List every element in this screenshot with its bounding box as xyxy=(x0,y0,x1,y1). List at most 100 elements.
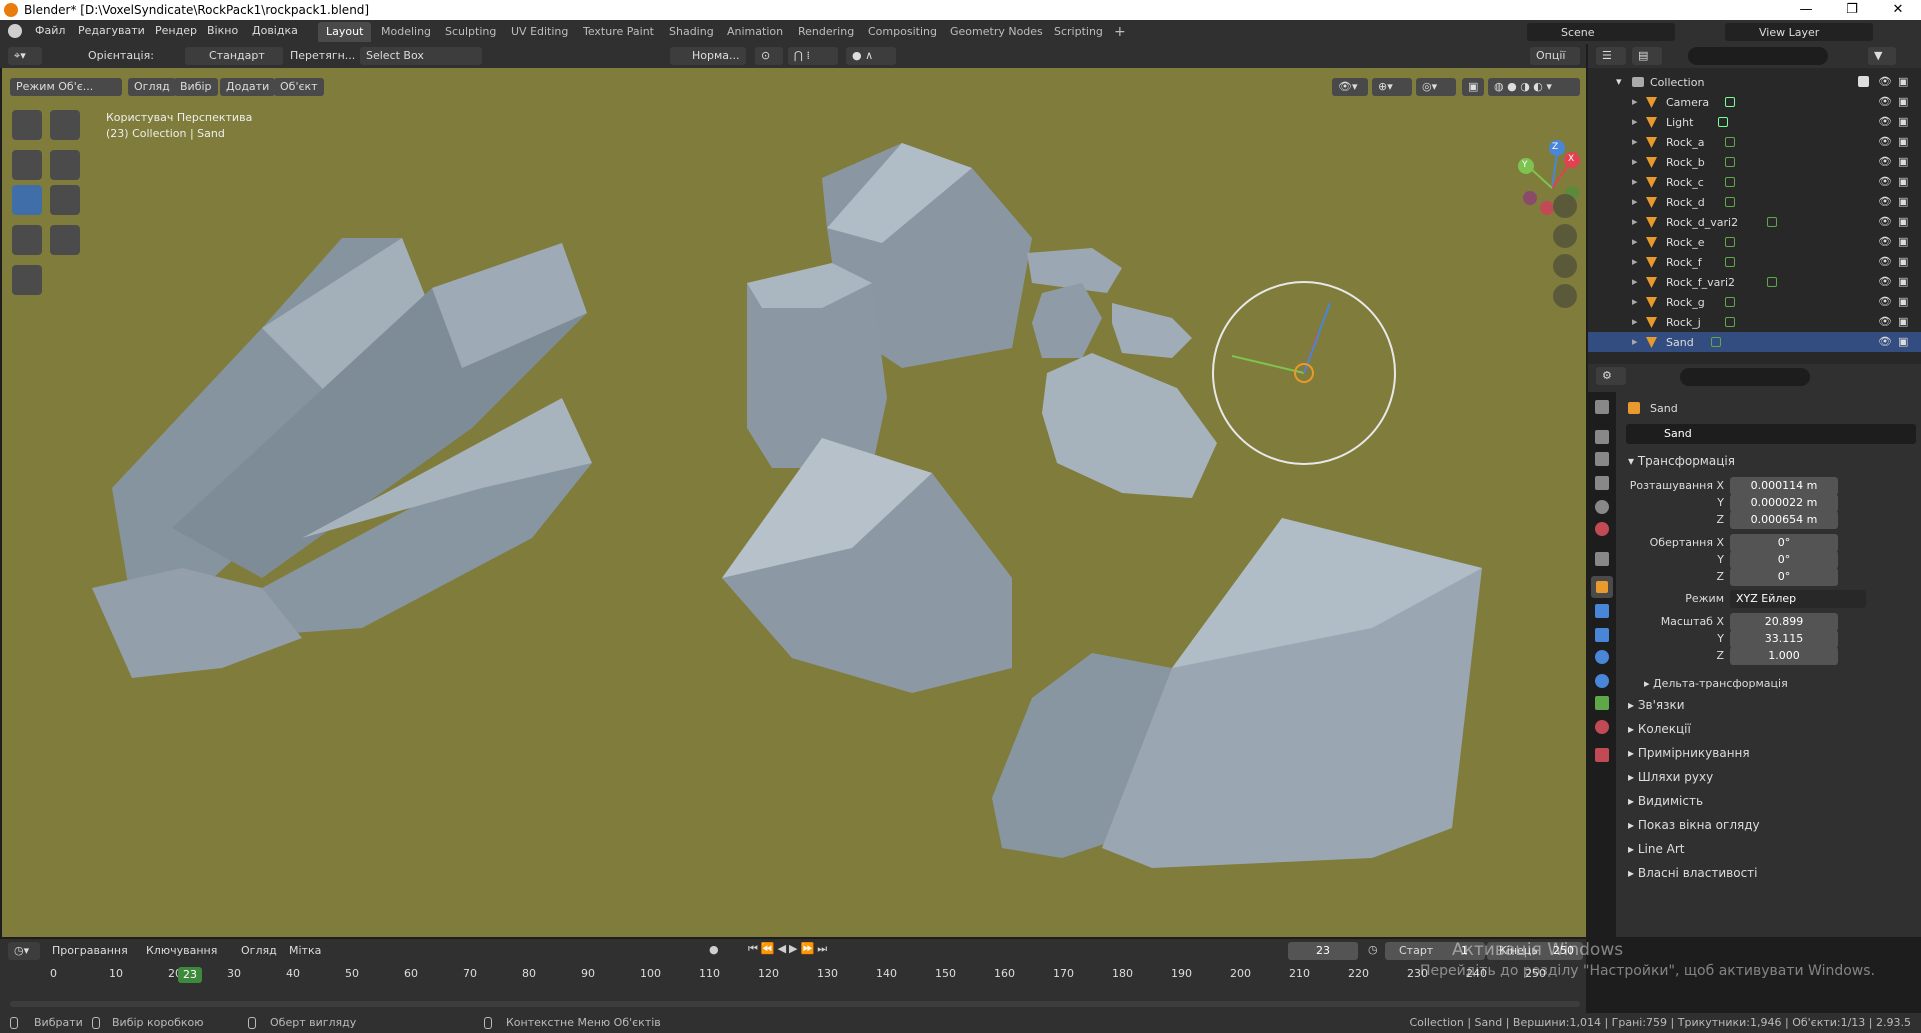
render-camera-icon[interactable]: ▣ xyxy=(1898,95,1908,108)
scene-selector[interactable]: Scene xyxy=(1527,23,1675,41)
particles-tab-icon[interactable] xyxy=(1595,628,1609,642)
outliner-collection-row[interactable]: ▾ Collection 👁 ▣ xyxy=(1588,72,1921,92)
gizmo-toggle-icon[interactable]: ⊕▾ xyxy=(1372,78,1412,96)
properties-section-header[interactable]: ▸ Примірникування xyxy=(1628,746,1750,760)
timeline-view-menu[interactable]: Огляд xyxy=(241,944,277,957)
visibility-eye-icon[interactable]: 👁 xyxy=(1878,115,1892,128)
outliner-item-name[interactable]: Rock_e xyxy=(1666,236,1705,249)
playhead-frame-indicator[interactable]: 23 xyxy=(178,967,202,983)
render-camera-icon[interactable]: ▣ xyxy=(1898,215,1908,228)
outliner-editor-type-icon[interactable]: ☰ xyxy=(1596,47,1626,65)
camera-data-icon[interactable] xyxy=(1725,97,1735,107)
properties-section-header[interactable]: ▸ Line Art xyxy=(1628,842,1685,856)
add-workspace-button[interactable]: + xyxy=(1106,22,1134,42)
expand-arrow-icon[interactable]: ▸ xyxy=(1632,195,1638,208)
outliner-item-name[interactable]: Rock_f_vari2 xyxy=(1666,276,1735,289)
outliner-item-name[interactable]: Rock_a xyxy=(1666,136,1705,149)
playback-menu[interactable]: Програвання xyxy=(52,944,128,957)
scale-y-field[interactable]: 33.115 xyxy=(1730,630,1838,648)
view-layer-selector[interactable]: View Layer xyxy=(1725,23,1873,41)
tab-sculpting[interactable]: Sculpting xyxy=(437,22,504,42)
expand-arrow-icon[interactable]: ▸ xyxy=(1632,335,1638,348)
maximize-button[interactable]: ❐ xyxy=(1829,0,1875,20)
data-tab-icon[interactable] xyxy=(1595,696,1609,710)
menu-edit[interactable]: Редагувати xyxy=(78,24,145,37)
tab-animation[interactable]: Animation xyxy=(719,22,791,42)
modifier-tab-icon[interactable] xyxy=(1595,604,1609,618)
texture-tab-icon[interactable] xyxy=(1595,748,1609,762)
collection-checkbox[interactable] xyxy=(1858,76,1869,87)
menu-render[interactable]: Рендер xyxy=(155,24,197,37)
mesh-data-icon[interactable] xyxy=(1725,157,1735,167)
outliner-row[interactable]: ▸ Rock_b 👁 ▣ xyxy=(1588,152,1921,172)
expand-arrow-icon[interactable]: ▸ xyxy=(1632,215,1638,228)
outliner-row[interactable]: ▸ Rock_d 👁 ▣ xyxy=(1588,192,1921,212)
visibility-eye-icon[interactable]: 👁 xyxy=(1878,155,1892,168)
cursor-tool-icon[interactable] xyxy=(50,110,80,140)
zoom-icon[interactable] xyxy=(1553,194,1577,218)
mesh-data-icon[interactable] xyxy=(1725,297,1735,307)
xray-icon[interactable]: ▣ xyxy=(1462,78,1484,96)
marker-menu[interactable]: Мітка xyxy=(289,944,321,957)
current-frame-field[interactable]: 23 xyxy=(1288,942,1358,960)
physics-tab-icon[interactable] xyxy=(1595,650,1609,664)
mesh-data-icon[interactable] xyxy=(1767,277,1777,287)
pivot-icon[interactable]: ⊙ xyxy=(755,47,783,65)
viewport-menu-view[interactable]: Огляд xyxy=(128,78,176,96)
outliner-item-name[interactable]: Rock_f xyxy=(1666,256,1702,269)
render-camera-icon[interactable]: ▣ xyxy=(1898,295,1908,308)
camera-view-icon[interactable] xyxy=(1553,254,1577,278)
transform-pivot-dropdown[interactable]: Норма... xyxy=(670,47,746,65)
expand-arrow-icon[interactable]: ▾ xyxy=(1616,75,1622,88)
mesh-data-icon[interactable] xyxy=(1725,177,1735,187)
outliner-row[interactable]: ▸ Camera 👁 ▣ xyxy=(1588,92,1921,112)
outliner-row[interactable]: ▸ Light 👁 ▣ xyxy=(1588,112,1921,132)
outliner-item-name[interactable]: Rock_d_vari2 xyxy=(1666,216,1738,229)
mesh-data-icon[interactable] xyxy=(1725,317,1735,327)
menu-file[interactable]: Файл xyxy=(35,24,65,37)
ortho-grid-icon[interactable] xyxy=(1553,284,1577,308)
timeline-scrollbar[interactable] xyxy=(10,1001,1580,1007)
collection-tab-icon[interactable] xyxy=(1595,552,1609,566)
rotate-tool-icon[interactable] xyxy=(50,150,80,180)
scene-tab-icon[interactable] xyxy=(1595,500,1609,514)
tab-uv-editing[interactable]: UV Editing xyxy=(503,22,576,42)
tab-texture-paint[interactable]: Texture Paint xyxy=(575,22,662,42)
tab-compositing[interactable]: Compositing xyxy=(860,22,945,42)
viewport-menu-add[interactable]: Додати xyxy=(220,78,276,96)
outliner-item-name[interactable]: Rock_b xyxy=(1666,156,1705,169)
mesh-data-icon[interactable] xyxy=(1725,137,1735,147)
outliner-item-name[interactable]: Rock_g xyxy=(1666,296,1705,309)
properties-section-header[interactable]: ▸ Видимість xyxy=(1628,794,1703,808)
outliner-row[interactable]: ▸ Rock_a 👁 ▣ xyxy=(1588,132,1921,152)
viewport-menu-select[interactable]: Вибір xyxy=(174,78,218,96)
outliner-row[interactable]: ▸ Rock_j 👁 ▣ xyxy=(1588,312,1921,332)
expand-arrow-icon[interactable]: ▸ xyxy=(1632,155,1638,168)
scale-z-field[interactable]: 1.000 xyxy=(1730,647,1838,665)
visibility-eye-icon[interactable]: 👁 xyxy=(1878,75,1892,88)
object-tab-icon[interactable] xyxy=(1591,576,1613,598)
location-y-field[interactable]: 0.000022 m xyxy=(1730,494,1838,512)
rotation-y-field[interactable]: 0° xyxy=(1730,551,1838,569)
record-icon[interactable]: ● xyxy=(709,943,719,956)
constraints-tab-icon[interactable] xyxy=(1595,674,1609,688)
outliner-row[interactable]: ▸ Sand 👁 ▣ xyxy=(1588,332,1921,352)
transform-section-header[interactable]: ▾ Трансформація xyxy=(1628,454,1735,468)
proportional-edit-icon[interactable]: ● ∧ xyxy=(846,47,896,65)
render-camera-icon[interactable]: ▣ xyxy=(1898,255,1908,268)
render-camera-icon[interactable]: ▣ xyxy=(1898,175,1908,188)
visibility-eye-icon[interactable]: 👁 xyxy=(1878,135,1892,148)
overlay-toggle-icon[interactable]: ◎▾ xyxy=(1416,78,1456,96)
mesh-data-icon[interactable] xyxy=(1725,197,1735,207)
properties-section-header[interactable]: ▸ Власні властивості xyxy=(1628,866,1758,880)
snap-icon[interactable]: ⋂ ⁞ xyxy=(788,47,838,65)
drag-dropdown[interactable]: Select Box xyxy=(360,47,482,65)
mesh-data-icon[interactable] xyxy=(1711,337,1721,347)
transform-tool-icon[interactable] xyxy=(50,185,80,215)
view-layer-tab-icon[interactable] xyxy=(1595,476,1609,490)
outliner-item-name[interactable]: Light xyxy=(1666,116,1693,129)
playback-controls-icons[interactable]: ⏮⏪◀▶⏩⏭ xyxy=(748,942,830,956)
material-tab-icon[interactable] xyxy=(1595,720,1609,734)
output-tab-icon[interactable] xyxy=(1595,452,1609,466)
visibility-eye-icon[interactable]: 👁 xyxy=(1878,315,1892,328)
